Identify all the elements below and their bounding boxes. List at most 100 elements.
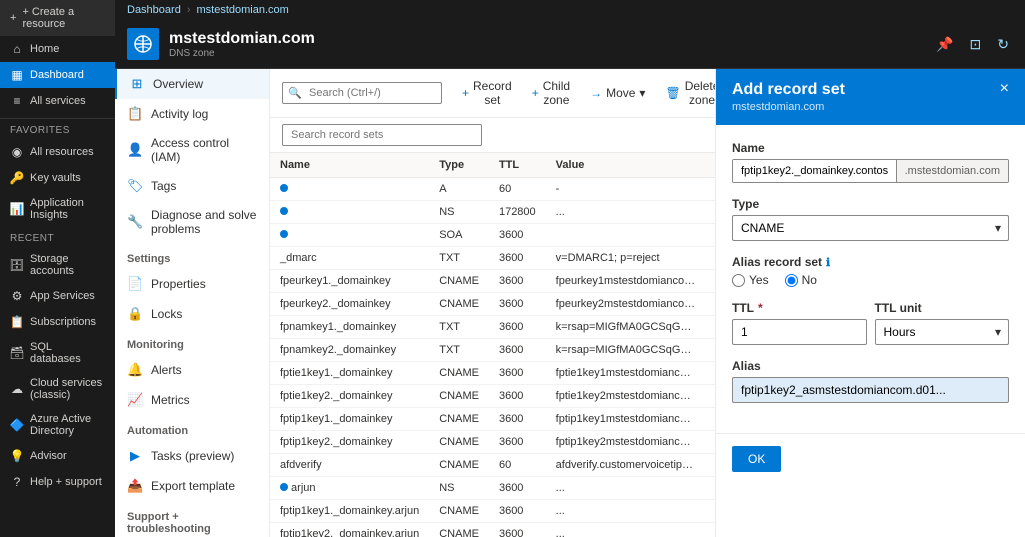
left-nav-properties[interactable]: 📄 Properties	[115, 269, 269, 299]
sidebar-item-home[interactable]: ⌂ Home	[0, 36, 115, 62]
overview-icon: ⊞	[129, 76, 145, 92]
ttl-row: TTL * TTL unit Hours Seconds Minutes	[732, 301, 1009, 359]
table-row[interactable]: fptip1key2._domainkey.arjunCNAME3600...	[270, 523, 715, 537]
refresh-zone-button[interactable]: ↻	[993, 34, 1013, 55]
cell-type: CNAME	[429, 500, 489, 523]
alias-record-label: Alias record set ℹ	[732, 255, 1009, 269]
left-nav-activity-log[interactable]: 📋 Activity log	[115, 99, 269, 129]
cell-alias	[706, 408, 715, 431]
table-row[interactable]: fptip1key1._domainkey.arjunCNAME3600...	[270, 500, 715, 523]
cloud-icon: ☁	[10, 382, 24, 396]
locks-icon: 🔒	[127, 306, 143, 322]
left-nav-tags[interactable]: 🏷 Tags	[115, 171, 269, 201]
table-row[interactable]: SOA3600	[270, 224, 715, 247]
ttl-unit-select-wrapper: Hours Seconds Minutes Days ▾	[875, 319, 1010, 345]
sidebar-item-cloud-services[interactable]: ☁ Cloud services (classic)	[0, 371, 115, 407]
export-icon: 📤	[127, 478, 143, 494]
sidebar-item-create[interactable]: + + Create a resource	[0, 0, 115, 36]
table-row[interactable]: fpeurkey1._domainkeyCNAME3600fpeurkey1ms…	[270, 270, 715, 293]
ttl-unit-select[interactable]: Hours Seconds Minutes Days	[875, 319, 1010, 345]
cell-ttl: 3600	[489, 477, 546, 500]
sidebar-item-subscriptions[interactable]: 📋 Subscriptions	[0, 309, 115, 335]
table-row[interactable]: fptie1key1._domainkeyCNAME3600fptie1key1…	[270, 362, 715, 385]
table-row[interactable]: _dmarcTXT3600v=DMARC1; p=reject	[270, 247, 715, 270]
table-row[interactable]: NS172800...	[270, 201, 715, 224]
table-row[interactable]: fptie1key2._domainkeyCNAME3600fptie1key2…	[270, 385, 715, 408]
diagnose-icon: 🔧	[127, 214, 143, 230]
sidebar-item-advisor[interactable]: 💡 Advisor	[0, 443, 115, 469]
sidebar-item-key-vaults[interactable]: 🔑 Key vaults	[0, 165, 115, 191]
alias-input[interactable]	[732, 377, 1009, 403]
breadcrumb-zone[interactable]: mstestdomian.com	[197, 4, 289, 16]
alias-no-option[interactable]: No	[785, 273, 817, 287]
left-nav-diagnose[interactable]: 🔧 Diagnose and solve problems	[115, 201, 269, 243]
left-nav-overview[interactable]: ⊞ Overview	[115, 69, 269, 99]
cell-value: ...	[546, 500, 706, 523]
terminal-button[interactable]: ⊡	[966, 34, 986, 55]
pin-button[interactable]: 📌	[932, 34, 957, 55]
search-records-input[interactable]	[282, 124, 482, 146]
table-row[interactable]: fpnamkey1._domainkeyTXT3600k=rsap=MIGfMA…	[270, 316, 715, 339]
name-input[interactable]	[733, 160, 896, 182]
sidebar-item-help[interactable]: ? Help + support	[0, 469, 115, 495]
sidebar-item-all-services[interactable]: ≡ All services	[0, 88, 115, 114]
sidebar-item-all-resources[interactable]: ◉ All resources	[0, 139, 115, 165]
cell-name	[270, 178, 429, 201]
app-services-icon: ⚙	[10, 289, 24, 303]
cell-value: v=DMARC1; p=reject	[546, 247, 706, 270]
cell-ttl: 3600	[489, 500, 546, 523]
sidebar-item-app-services[interactable]: ⚙ App Services	[0, 283, 115, 309]
cell-name: fptip1key2._domainkey	[270, 431, 429, 454]
sidebar-item-app-insights[interactable]: 📊 Application Insights	[0, 191, 115, 227]
ttl-unit-field-group: TTL unit Hours Seconds Minutes Days ▾	[875, 301, 1010, 345]
alias-yes-radio[interactable]	[732, 274, 745, 287]
cell-value: fptie1key1mstestdomiancom.d0...	[546, 362, 706, 385]
table-row[interactable]: fptip1key1._domainkeyCNAME3600fptip1key1…	[270, 408, 715, 431]
left-nav-metrics[interactable]: 📈 Metrics	[115, 385, 269, 415]
records-table: Name Type TTL Value Alias A60-Fr...NS172…	[270, 153, 715, 537]
cell-value: ...	[546, 201, 706, 224]
child-zone-button[interactable]: + Child zone	[524, 75, 578, 111]
storage-icon: 🗄	[10, 258, 24, 272]
table-row[interactable]: fptip1key2._domainkeyCNAME3600fptip1key2…	[270, 431, 715, 454]
search-input[interactable]	[282, 82, 442, 104]
alias-info-icon[interactable]: ℹ	[826, 256, 830, 269]
left-nav-alerts[interactable]: 🔔 Alerts	[115, 355, 269, 385]
table-area: 🔍 + Record set + Child zone → Move ▾	[270, 69, 715, 537]
left-nav-export[interactable]: 📤 Export template	[115, 471, 269, 501]
sidebar-item-aad[interactable]: 🔷 Azure Active Directory	[0, 407, 115, 443]
cell-type: NS	[429, 477, 489, 500]
left-nav-locks[interactable]: 🔒 Locks	[115, 299, 269, 329]
table-row[interactable]: fpeurkey2._domainkeyCNAME3600fpeurkey2ms…	[270, 293, 715, 316]
sidebar-item-storage[interactable]: 🗄 Storage accounts	[0, 247, 115, 283]
ttl-unit-label: TTL unit	[875, 301, 1010, 315]
alias-yes-option[interactable]: Yes	[732, 273, 769, 287]
table-row[interactable]: A60-Fr...	[270, 178, 715, 201]
zone-title-block: mstestdomian.com DNS zone	[169, 30, 315, 59]
left-nav-tasks[interactable]: ▶ Tasks (preview)	[115, 441, 269, 471]
cell-type: SOA	[429, 224, 489, 247]
support-section-header: Support + troubleshooting	[115, 501, 269, 537]
type-select[interactable]: CNAME A AAAA MX NS TXT SOA	[732, 215, 1009, 241]
table-row[interactable]: afdverifyCNAME60afdverify.customervoicet…	[270, 454, 715, 477]
cell-type: CNAME	[429, 408, 489, 431]
table-row[interactable]: fpnamkey2._domainkeyTXT3600k=rsap=MIGfMA…	[270, 339, 715, 362]
sidebar-item-sql-databases[interactable]: 🗃 SQL databases	[0, 335, 115, 371]
left-nav-access-control[interactable]: 👤 Access control (IAM)	[115, 129, 269, 171]
sidebar-item-dashboard[interactable]: ▦ Dashboard	[0, 62, 115, 88]
breadcrumb-dashboard[interactable]: Dashboard	[127, 4, 181, 16]
table-row[interactable]: arjunNS3600...	[270, 477, 715, 500]
panel-close-button[interactable]: ×	[1000, 81, 1009, 97]
cell-value: fptip1key1mstestdomiancom.d0...	[546, 408, 706, 431]
ok-button[interactable]: OK	[732, 446, 781, 472]
record-set-button[interactable]: + Record set	[454, 75, 520, 111]
move-dropdown-arrow: ▾	[639, 86, 645, 100]
ttl-input[interactable]	[732, 319, 867, 345]
col-ttl: TTL	[489, 153, 546, 178]
cell-name: fptip1key2._domainkey.arjun	[270, 523, 429, 537]
move-button[interactable]: → Move ▾	[582, 82, 653, 104]
col-name: Name	[270, 153, 429, 178]
breadcrumb: Dashboard › mstestdomian.com	[115, 0, 1025, 20]
delete-zone-button[interactable]: 🗑 Delete zone	[657, 75, 715, 111]
alias-no-radio[interactable]	[785, 274, 798, 287]
